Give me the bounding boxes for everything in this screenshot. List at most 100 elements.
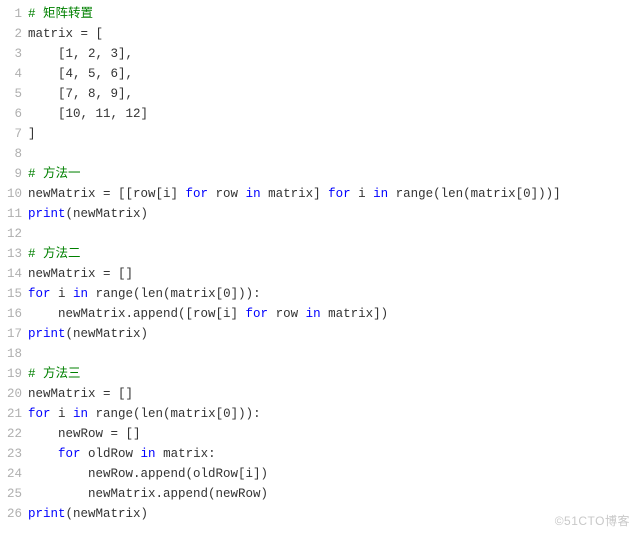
code-line: 26print(newMatrix) bbox=[0, 504, 640, 524]
code-line: 8 bbox=[0, 144, 640, 164]
line-number: 25 bbox=[0, 484, 28, 504]
code-content: print(newMatrix) bbox=[28, 324, 640, 344]
line-number: 7 bbox=[0, 124, 28, 144]
token-n: newMatrix = [[row[i] bbox=[28, 187, 186, 201]
code-line: 18 bbox=[0, 344, 640, 364]
watermark: ©51CTO博客 bbox=[555, 512, 630, 529]
token-n: i bbox=[51, 287, 74, 301]
code-content: for i in range(len(matrix[0])): bbox=[28, 284, 640, 304]
code-line: 21for i in range(len(matrix[0])): bbox=[0, 404, 640, 424]
line-number: 5 bbox=[0, 84, 28, 104]
token-n: newMatrix.append(newRow) bbox=[28, 487, 268, 501]
token-n: newRow = [] bbox=[28, 427, 141, 441]
code-line: 17print(newMatrix) bbox=[0, 324, 640, 344]
code-content: newMatrix.append([row[i] for row in matr… bbox=[28, 304, 640, 324]
token-c: # 矩阵转置 bbox=[28, 7, 93, 21]
token-n: range(len(matrix[0])): bbox=[88, 287, 261, 301]
token-k: in bbox=[73, 407, 88, 421]
token-n: newMatrix = [] bbox=[28, 387, 133, 401]
token-n: matrix = [ bbox=[28, 27, 103, 41]
token-k: for bbox=[186, 187, 209, 201]
code-line: 20newMatrix = [] bbox=[0, 384, 640, 404]
code-line: 4 [4, 5, 6], bbox=[0, 64, 640, 84]
code-line: 10newMatrix = [[row[i] for row in matrix… bbox=[0, 184, 640, 204]
code-line: 12 bbox=[0, 224, 640, 244]
line-number: 16 bbox=[0, 304, 28, 324]
code-content: [10, 11, 12] bbox=[28, 104, 640, 124]
token-k: for bbox=[28, 287, 51, 301]
token-k: print bbox=[28, 507, 66, 521]
token-k: for bbox=[28, 407, 51, 421]
line-number: 13 bbox=[0, 244, 28, 264]
line-number: 4 bbox=[0, 64, 28, 84]
code-content: newMatrix.append(newRow) bbox=[28, 484, 640, 504]
token-n: ] bbox=[28, 127, 36, 141]
token-n bbox=[28, 447, 58, 461]
code-content: for oldRow in matrix: bbox=[28, 444, 640, 464]
token-k: for bbox=[328, 187, 351, 201]
code-content: [7, 8, 9], bbox=[28, 84, 640, 104]
code-line: 13# 方法二 bbox=[0, 244, 640, 264]
token-n: matrix] bbox=[261, 187, 329, 201]
line-number: 18 bbox=[0, 344, 28, 364]
token-k: in bbox=[373, 187, 388, 201]
line-number: 19 bbox=[0, 364, 28, 384]
token-k: print bbox=[28, 327, 66, 341]
code-content: for i in range(len(matrix[0])): bbox=[28, 404, 640, 424]
code-line: 19# 方法三 bbox=[0, 364, 640, 384]
code-line: 25 newMatrix.append(newRow) bbox=[0, 484, 640, 504]
token-k: for bbox=[246, 307, 269, 321]
code-line: 15for i in range(len(matrix[0])): bbox=[0, 284, 640, 304]
line-number: 9 bbox=[0, 164, 28, 184]
code-line: 3 [1, 2, 3], bbox=[0, 44, 640, 64]
code-content: newMatrix = [] bbox=[28, 264, 640, 284]
token-n: range(len(matrix[0]))] bbox=[388, 187, 561, 201]
token-n: i bbox=[351, 187, 374, 201]
code-line: 16 newMatrix.append([row[i] for row in m… bbox=[0, 304, 640, 324]
code-line: 1# 矩阵转置 bbox=[0, 4, 640, 24]
token-n: oldRow bbox=[81, 447, 141, 461]
token-k: in bbox=[306, 307, 321, 321]
line-number: 8 bbox=[0, 144, 28, 164]
token-n: matrix: bbox=[156, 447, 216, 461]
code-content: # 方法一 bbox=[28, 164, 640, 184]
code-line: 2matrix = [ bbox=[0, 24, 640, 44]
code-content: newMatrix = [] bbox=[28, 384, 640, 404]
token-c: # 方法二 bbox=[28, 247, 81, 261]
line-number: 24 bbox=[0, 464, 28, 484]
code-line: 14newMatrix = [] bbox=[0, 264, 640, 284]
line-number: 26 bbox=[0, 504, 28, 524]
code-line: 9# 方法一 bbox=[0, 164, 640, 184]
code-line: 11print(newMatrix) bbox=[0, 204, 640, 224]
code-block: 1# 矩阵转置2matrix = [3 [1, 2, 3],4 [4, 5, 6… bbox=[0, 0, 640, 524]
line-number: 17 bbox=[0, 324, 28, 344]
token-n: (newMatrix) bbox=[66, 327, 149, 341]
code-line: 23 for oldRow in matrix: bbox=[0, 444, 640, 464]
token-n: matrix]) bbox=[321, 307, 389, 321]
token-k: in bbox=[73, 287, 88, 301]
line-number: 2 bbox=[0, 24, 28, 44]
code-content: [4, 5, 6], bbox=[28, 64, 640, 84]
line-number: 14 bbox=[0, 264, 28, 284]
token-k: in bbox=[246, 187, 261, 201]
token-n: (newMatrix) bbox=[66, 507, 149, 521]
token-n: newMatrix.append([row[i] bbox=[28, 307, 246, 321]
line-number: 6 bbox=[0, 104, 28, 124]
token-n: [10, 11, 12] bbox=[28, 107, 148, 121]
code-content: # 方法三 bbox=[28, 364, 640, 384]
line-number: 10 bbox=[0, 184, 28, 204]
token-n: newMatrix = [] bbox=[28, 267, 133, 281]
code-content: print(newMatrix) bbox=[28, 204, 640, 224]
line-number: 22 bbox=[0, 424, 28, 444]
code-content: newRow = [] bbox=[28, 424, 640, 444]
code-content: # 矩阵转置 bbox=[28, 4, 640, 24]
line-number: 15 bbox=[0, 284, 28, 304]
line-number: 1 bbox=[0, 4, 28, 24]
line-number: 12 bbox=[0, 224, 28, 244]
token-n: [7, 8, 9], bbox=[28, 87, 133, 101]
line-number: 21 bbox=[0, 404, 28, 424]
token-c: # 方法一 bbox=[28, 167, 81, 181]
token-k: for bbox=[58, 447, 81, 461]
code-content: newRow.append(oldRow[i]) bbox=[28, 464, 640, 484]
line-number: 20 bbox=[0, 384, 28, 404]
